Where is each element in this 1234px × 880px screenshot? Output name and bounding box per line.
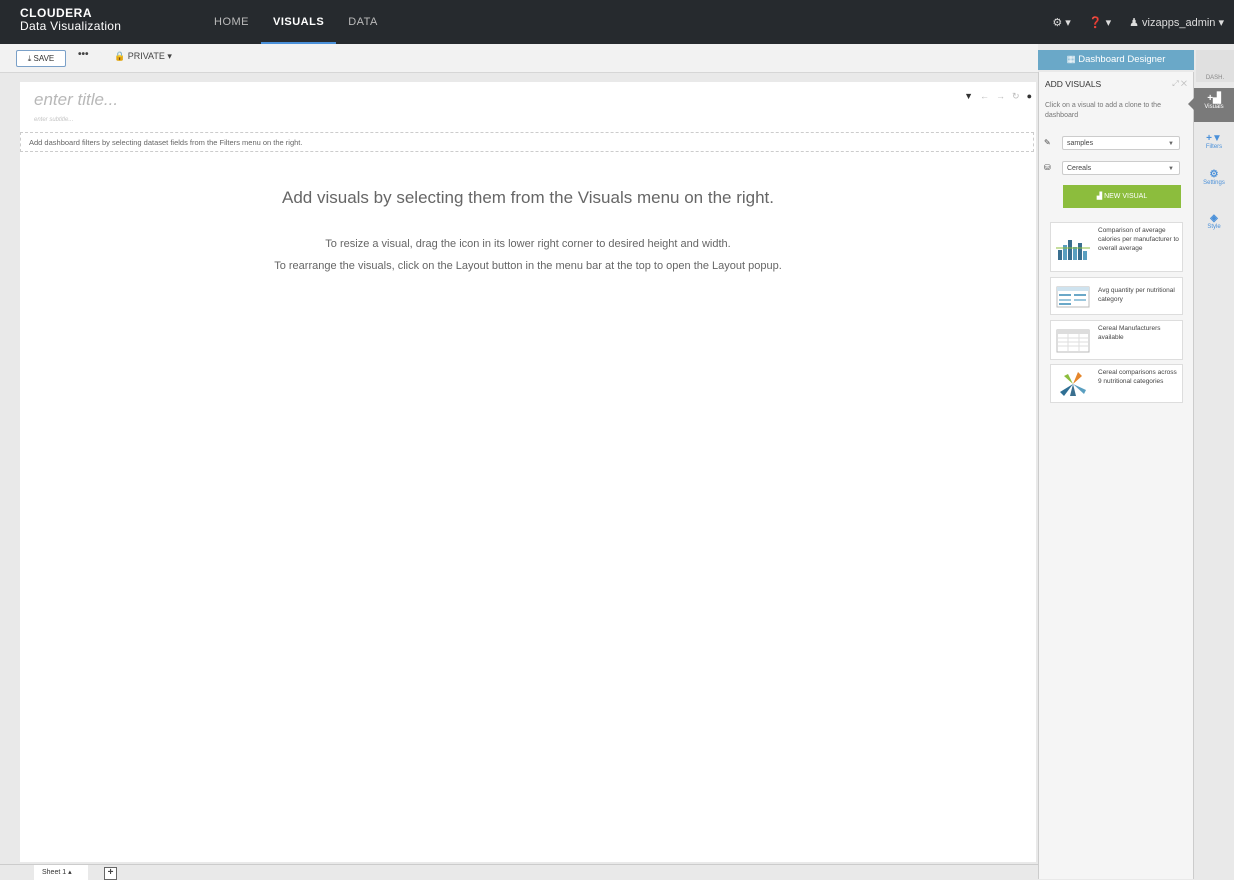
- tab-style[interactable]: ◈ Style: [1194, 214, 1234, 242]
- tab-label: Settings: [1203, 180, 1225, 186]
- nav-home[interactable]: HOME: [202, 0, 261, 44]
- dashboard-designer-header[interactable]: ▦ Dashboard Designer: [1038, 50, 1194, 70]
- dataset-icon: ⛁: [1044, 163, 1051, 172]
- panel-help: Click on a visual to add a clone to the …: [1045, 102, 1161, 119]
- visual-card[interactable]: Avg quantity per nutritional category: [1050, 277, 1183, 315]
- tab-label: Style: [1207, 224, 1221, 230]
- filter-icon[interactable]: ▼: [964, 91, 973, 102]
- dashboard-canvas: enter title... enter subtitle... ▼ ← → ↻…: [20, 82, 1036, 862]
- tab-label: Filters: [1205, 144, 1223, 150]
- tab-label: Visuals: [1204, 104, 1224, 110]
- empty-message: Add visuals by selecting them from the V…: [282, 188, 774, 207]
- tab-filters[interactable]: +▼ Filters: [1194, 134, 1234, 162]
- chevron-down-icon: ▼: [1168, 166, 1174, 172]
- canvas-controls: ▼ ← → ↻ ●: [964, 91, 1032, 102]
- privacy-dropdown[interactable]: 🔒 PRIVATE ▾: [114, 51, 172, 62]
- connection-icon: ✎: [1044, 138, 1051, 147]
- visual-card[interactable]: Comparison of average calories per manuf…: [1050, 222, 1183, 272]
- dataset-select[interactable]: Cereals ▼: [1062, 161, 1180, 175]
- sheet-bar: Sheet 1 ▴ +: [0, 864, 1038, 880]
- refresh-icon[interactable]: ↻: [1012, 91, 1020, 102]
- add-filter-icon: +▼: [1206, 133, 1222, 144]
- brand-product: Data Visualization: [20, 19, 122, 33]
- visual-card[interactable]: Cereal Manufacturers available: [1050, 320, 1183, 360]
- gear-icon: ⚙: [1209, 169, 1219, 180]
- add-visual-icon: +▟: [1207, 93, 1221, 104]
- nav-data[interactable]: DATA: [336, 0, 390, 44]
- top-navbar: CLOUDERA Data Visualization HOME VISUALS…: [0, 0, 1234, 44]
- nav-visuals[interactable]: VISUALS: [261, 0, 337, 44]
- visual-title: Avg quantity per nutritional category: [1098, 287, 1175, 303]
- dashboard-toolbar: ⤓ SAVE ••• 🔒 PRIVATE ▾: [0, 44, 1038, 73]
- more-options-button[interactable]: •••: [78, 49, 89, 60]
- dash-label: DASH.: [1196, 50, 1234, 82]
- connection-value: samples: [1067, 140, 1094, 147]
- visual-card[interactable]: Cereal comparisons across 9 nutritional …: [1050, 364, 1183, 403]
- brand-logo[interactable]: CLOUDERA Data Visualization: [20, 7, 121, 33]
- filter-area[interactable]: Add dashboard filters by selecting datas…: [20, 132, 1034, 152]
- visual-title: Cereal comparisons across 9 nutritional …: [1098, 369, 1177, 385]
- designer-side-tabs: +▟ Visuals +▼ Filters ⚙ Settings ◈ Style: [1188, 82, 1234, 879]
- resize-help: To resize a visual, drag the icon in its…: [325, 238, 731, 250]
- new-visual-button[interactable]: ▟ NEW VISUAL: [1063, 185, 1181, 208]
- title-input[interactable]: enter title...: [34, 90, 118, 110]
- dataset-value: Cereals: [1067, 165, 1092, 172]
- visual-title: Comparison of average calories per manuf…: [1098, 227, 1179, 252]
- options-icon[interactable]: ●: [1027, 91, 1032, 102]
- tab-settings[interactable]: ⚙ Settings: [1194, 170, 1234, 198]
- panel-title: ADD VISUALS: [1045, 79, 1102, 89]
- panel-controls[interactable]: ⤢ ✕: [1172, 79, 1187, 89]
- nav-right: ⚙ ▾ ❓ ▾ ♟ vizapps_admin ▾: [1034, 0, 1224, 44]
- add-sheet-button[interactable]: +: [104, 867, 117, 880]
- main-nav: HOME VISUALS DATA: [202, 0, 390, 44]
- sheet-tab[interactable]: Sheet 1 ▴: [34, 865, 88, 880]
- tab-visuals[interactable]: +▟ Visuals: [1188, 88, 1234, 122]
- add-visuals-panel: ADD VISUALS ⤢ ✕ Click on a visual to add…: [1038, 72, 1194, 879]
- settings-menu-icon[interactable]: ⚙ ▾: [1052, 16, 1070, 29]
- layout-help: To rearrange the visuals, click on the L…: [274, 260, 782, 272]
- style-icon: ◈: [1210, 213, 1218, 224]
- undo-icon[interactable]: ←: [980, 91, 989, 102]
- subtitle-input[interactable]: enter subtitle...: [34, 117, 73, 123]
- radial-chart-thumbnail-icon: [1060, 372, 1086, 396]
- connection-select[interactable]: samples ▼: [1062, 136, 1180, 150]
- table-thumbnail-icon: [1056, 286, 1090, 308]
- bar-chart-thumbnail-icon: [1056, 240, 1090, 260]
- visual-title: Cereal Manufacturers available: [1098, 325, 1161, 341]
- chevron-down-icon: ▼: [1168, 141, 1174, 147]
- save-button[interactable]: ⤓ SAVE: [16, 50, 66, 67]
- user-menu[interactable]: ♟ vizapps_admin ▾: [1129, 16, 1224, 29]
- grid-thumbnail-icon: [1056, 329, 1090, 353]
- help-menu-icon[interactable]: ❓ ▾: [1089, 16, 1111, 29]
- redo-icon[interactable]: →: [996, 91, 1005, 102]
